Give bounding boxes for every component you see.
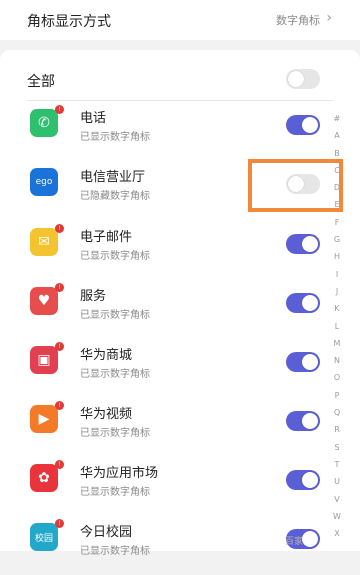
notification-badge: ! <box>55 283 64 292</box>
index-letter[interactable]: I <box>336 266 338 283</box>
app-badge-toggle[interactable] <box>286 293 320 313</box>
notification-badge: ! <box>55 105 64 114</box>
index-letter[interactable]: E <box>334 196 339 213</box>
app-name: 今日校园 <box>80 525 133 540</box>
index-letter[interactable]: F <box>335 214 340 231</box>
app-row: 校园! 今日校园已显示数字角标 <box>0 517 330 575</box>
toggle-knob <box>302 531 318 547</box>
app-name: 电信营业厅 <box>80 170 146 185</box>
index-letter[interactable]: O <box>334 369 340 386</box>
huawei-appgallery-icon: ✿ <box>30 464 58 492</box>
app-row: ✉! 电子邮件已显示数字角标 <box>0 222 330 280</box>
app-name: 华为视频 <box>80 407 133 422</box>
toggle-knob <box>302 236 318 252</box>
app-name: 服务 <box>80 289 107 304</box>
toggle-knob <box>302 354 318 370</box>
huawei-video-icon: ▶ <box>30 405 58 433</box>
app-badge-status: 已显示数字角标 <box>80 310 150 321</box>
app-row: ▶! 华为视频已显示数字角标 <box>0 399 330 457</box>
chevron-right-icon: › <box>326 10 332 26</box>
app-row: ✆! 电话已显示数字角标 <box>0 103 330 161</box>
all-apps-label: 全部 <box>27 74 55 90</box>
index-letter[interactable]: D <box>334 179 340 196</box>
app-badge-status: 已显示数字角标 <box>80 132 150 143</box>
index-letter[interactable]: M <box>334 335 341 352</box>
app-badge-toggle[interactable] <box>286 115 320 135</box>
notification-badge: ! <box>55 401 64 410</box>
alphabet-index-bar[interactable]: # A B C D E F G H I J K L M N O P Q R S T U V W X <box>330 110 344 542</box>
section-gap <box>0 40 360 50</box>
badge-display-mode-value: 数字角标 <box>276 14 320 27</box>
huawei-mall-icon: ▣ <box>30 346 58 374</box>
toggle-knob <box>302 295 318 311</box>
toggle-knob <box>302 413 318 429</box>
index-letter[interactable]: X <box>334 525 339 542</box>
index-letter[interactable]: W <box>333 508 341 525</box>
index-letter[interactable]: # <box>334 110 341 127</box>
toggle-knob <box>302 117 318 133</box>
badge-display-mode-label: 角标显示方式 <box>27 14 111 30</box>
app-name: 华为商城 <box>80 348 133 363</box>
index-letter[interactable]: L <box>335 318 339 335</box>
notification-badge: ! <box>55 342 64 351</box>
app-badge-toggle[interactable] <box>286 411 320 431</box>
index-letter[interactable]: Q <box>334 404 340 421</box>
index-letter[interactable]: J <box>336 283 338 300</box>
app-badge-status: 已显示数字角标 <box>80 251 150 262</box>
notification-badge: ! <box>55 460 64 469</box>
index-letter[interactable]: C <box>334 162 340 179</box>
index-letter[interactable]: A <box>334 127 339 144</box>
app-badge-toggle[interactable] <box>286 470 320 490</box>
watermark-text: 百家 <box>285 537 304 547</box>
app-row: ♥! 服务已显示数字角标 <box>0 281 330 339</box>
index-letter[interactable]: B <box>334 145 340 162</box>
toggle-knob <box>302 472 318 488</box>
notification-badge: ! <box>55 519 64 528</box>
index-letter[interactable]: G <box>334 231 340 248</box>
app-list-card: 全部 ✆! 电话 已显示数字角标 ego 电信营业厅 已隐藏数字角标 ✉! 电子邮件 已显示数字… <box>0 50 360 557</box>
app-badge-status: 已显示数字角标 <box>80 369 150 380</box>
index-letter[interactable]: N <box>334 352 340 369</box>
badge-display-mode-row[interactable]: 角标显示方式 数字角标 › <box>0 0 360 40</box>
app-name: 华为应用市场 <box>80 466 159 481</box>
app-badge-status: 已显示数字角标 <box>80 487 150 498</box>
index-letter[interactable]: T <box>335 456 340 473</box>
email-icon: ✉ <box>30 228 58 256</box>
index-letter[interactable]: V <box>334 491 339 508</box>
all-apps-row: 全部 <box>0 58 360 102</box>
service-icon: ♥ <box>30 287 58 315</box>
app-badge-status: 已显示数字角标 <box>80 546 150 557</box>
divider <box>27 100 333 101</box>
index-letter[interactable]: K <box>334 300 339 317</box>
index-letter[interactable]: U <box>334 473 340 490</box>
index-letter[interactable]: R <box>334 421 340 438</box>
phone-icon: ✆ <box>30 109 58 137</box>
app-name: 电子邮件 <box>80 230 133 245</box>
toggle-knob <box>288 71 304 87</box>
index-letter[interactable]: S <box>334 439 339 456</box>
app-badge-toggle[interactable] <box>286 352 320 372</box>
app-badge-toggle[interactable] <box>286 234 320 254</box>
app-row: ✿! 华为应用市场已显示数字角标 <box>0 458 330 516</box>
index-letter[interactable]: H <box>334 248 340 265</box>
app-row: ▣! 华为商城已显示数字角标 <box>0 340 330 398</box>
campus-icon: 校园 <box>30 523 58 551</box>
highlight-annotation-box <box>248 159 343 212</box>
telecom-icon: ego <box>30 168 58 196</box>
notification-badge: ! <box>55 224 64 233</box>
app-name: 电话 <box>80 111 107 126</box>
index-letter[interactable]: P <box>335 387 340 404</box>
app-badge-status: 已显示数字角标 <box>80 428 150 439</box>
all-apps-toggle[interactable] <box>286 69 320 89</box>
app-badge-status: 已隐藏数字角标 <box>80 191 150 202</box>
